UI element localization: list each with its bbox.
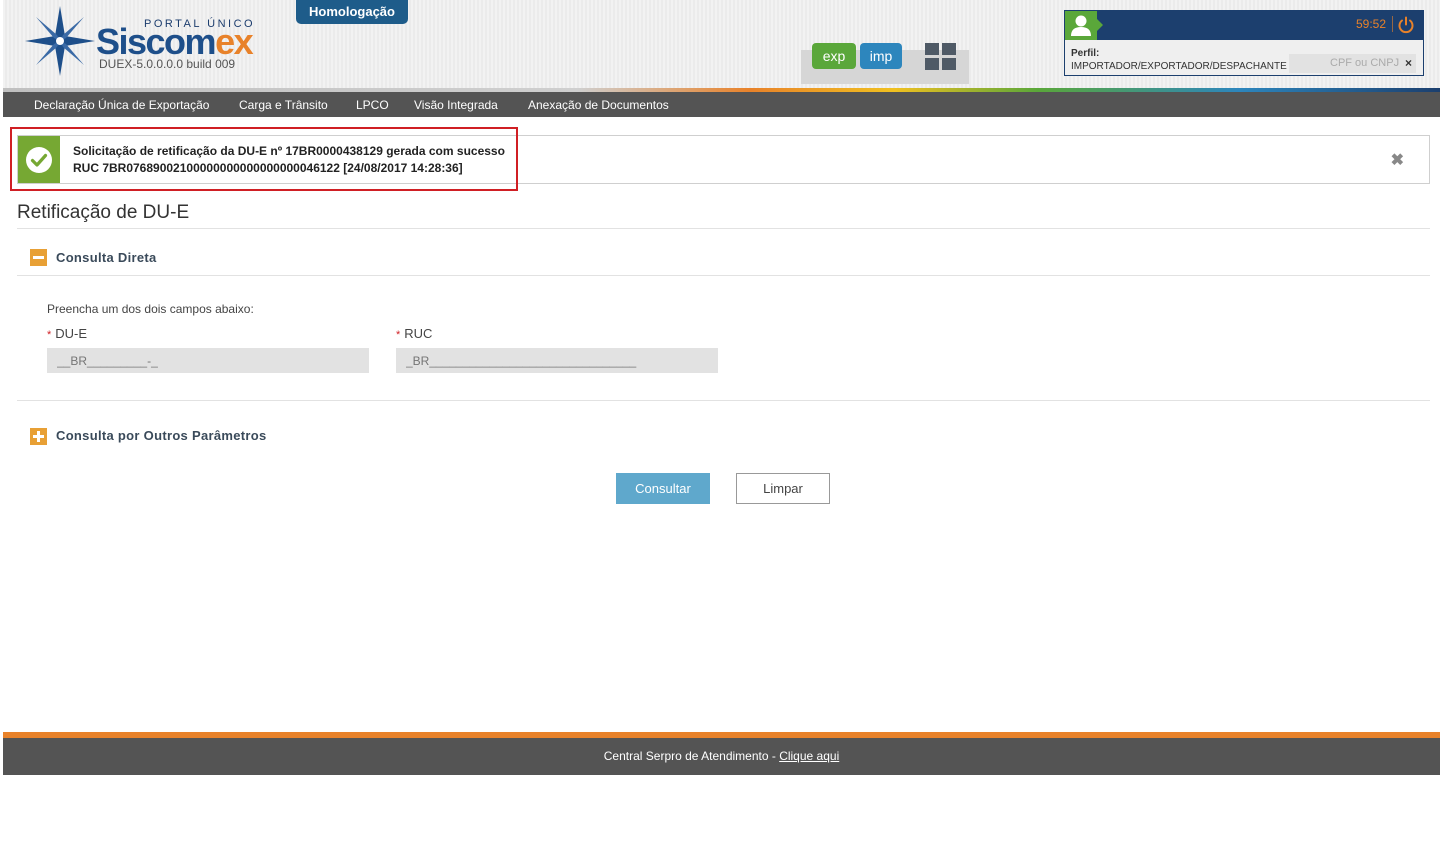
required-mark: * xyxy=(396,329,401,341)
build-version: DUEX-5.0.0.0.0 build 009 xyxy=(99,57,236,71)
due-label-text: DU-E xyxy=(55,326,88,341)
exp-button[interactable]: exp xyxy=(812,43,856,69)
ruc-input[interactable] xyxy=(396,348,718,373)
ruc-label-text: RUC xyxy=(404,326,433,341)
apps-grid-icon[interactable] xyxy=(925,43,957,71)
due-label: * DU-E xyxy=(47,326,87,341)
siscomex-logo: Siscomex xyxy=(96,21,254,62)
timer-divider xyxy=(1392,16,1393,32)
user-avatar-icon[interactable] xyxy=(1065,11,1097,40)
clear-icon[interactable]: × xyxy=(1405,56,1412,70)
nav-item-due[interactable]: Declaração Única de Exportação xyxy=(34,98,209,112)
imp-button[interactable]: imp xyxy=(860,43,902,69)
close-icon[interactable]: ✖ xyxy=(1391,150,1404,170)
due-input[interactable] xyxy=(47,348,369,373)
limpar-button[interactable]: Limpar xyxy=(736,473,830,504)
nav-item-carga-transito[interactable]: Carga e Trânsito xyxy=(239,98,328,112)
brand-accent: ex xyxy=(215,21,254,62)
nav-item-visao-integrada[interactable]: Visão Integrada xyxy=(414,98,498,112)
divider xyxy=(17,275,1430,276)
user-panel: 59:52 Perfil: IMPORTADOR/EXPORTADOR/DESP… xyxy=(1064,10,1424,76)
environment-badge: Homologação xyxy=(296,0,408,24)
brand-main: Siscom xyxy=(96,21,217,62)
session-timer: 59:52 xyxy=(1356,17,1387,31)
main-nav: Declaração Única de Exportação Carga e T… xyxy=(3,92,1440,117)
perfil-label: Perfil: xyxy=(1071,48,1100,59)
perfil-value: IMPORTADOR/EXPORTADOR/DESPACHANTE xyxy=(1071,61,1287,72)
nav-item-anexacao[interactable]: Anexação de Documentos xyxy=(528,98,669,112)
form-hint: Preencha um dos dois campos abaixo: xyxy=(47,302,254,316)
power-icon[interactable] xyxy=(1397,16,1415,34)
user-bar: 59:52 xyxy=(1065,11,1423,40)
cpf-cnpj-placeholder: CPF ou CNPJ xyxy=(1330,57,1400,69)
section-consulta-direta[interactable]: Consulta Direta xyxy=(56,250,157,265)
section-outros-parametros[interactable]: Consulta por Outros Parâmetros xyxy=(56,428,267,443)
collapse-icon[interactable] xyxy=(30,249,47,266)
expand-icon[interactable] xyxy=(30,428,47,445)
footer: Central Serpro de Atendimento - Clique a… xyxy=(3,738,1440,775)
nav-item-lpco[interactable]: LPCO xyxy=(356,98,389,112)
page: PORTAL ÚNICO Siscomex DUEX-5.0.0.0.0 bui… xyxy=(0,0,1440,860)
cpf-cnpj-input[interactable]: CPF ou CNPJ × xyxy=(1289,54,1416,73)
avatar-pointer xyxy=(1097,19,1103,31)
footer-text: Central Serpro de Atendimento - xyxy=(603,749,780,763)
divider xyxy=(17,400,1430,401)
divider xyxy=(17,228,1430,229)
page-title: Retificação de DU-E xyxy=(17,202,190,223)
required-mark: * xyxy=(47,329,52,341)
alert-highlight-box xyxy=(10,127,518,191)
ruc-label: * RUC xyxy=(396,326,432,341)
logo-star-icon xyxy=(25,6,95,76)
footer-link[interactable]: Clique aqui xyxy=(779,749,839,763)
consultar-button[interactable]: Consultar xyxy=(616,473,710,504)
